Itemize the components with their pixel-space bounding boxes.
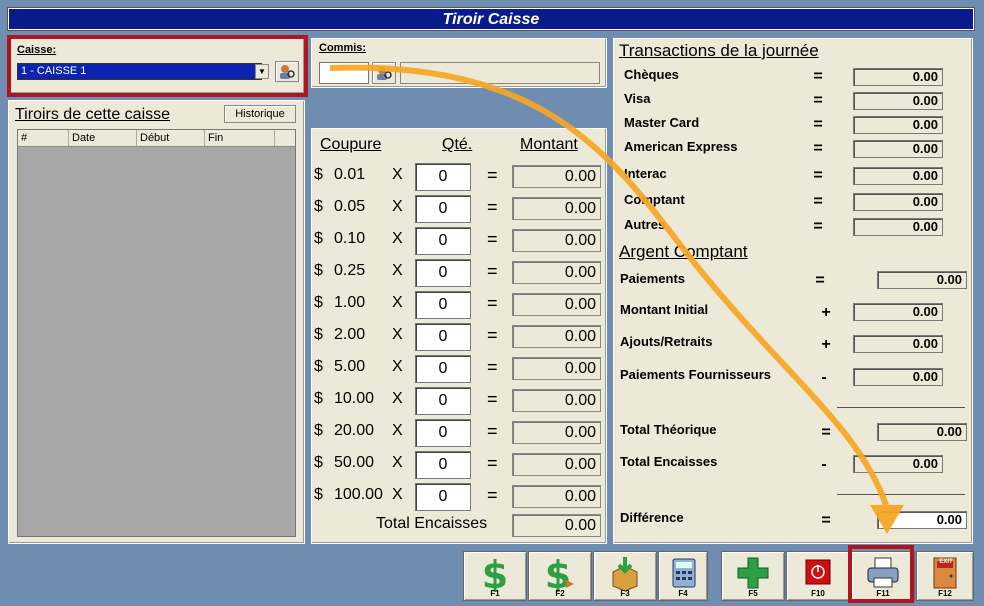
annotation-arrow: [329, 64, 904, 534]
